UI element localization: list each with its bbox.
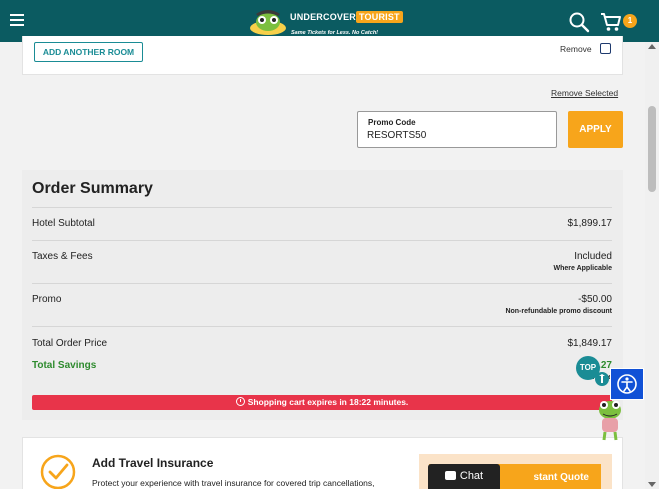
apply-promo-button[interactable]: APPLY	[568, 111, 623, 148]
chat-button[interactable]: Chat	[428, 464, 500, 489]
cart-count-badge: 1	[623, 14, 637, 28]
brand-logo[interactable]: UNDERCOVER TOURIST Same Tickets for Less.…	[246, 4, 406, 38]
scrollbar-thumb[interactable]	[648, 106, 656, 192]
travel-insurance-card: Add Travel Insurance Protect your experi…	[22, 437, 623, 489]
insurance-title: Add Travel Insurance	[92, 456, 214, 470]
promo-code-input[interactable]	[367, 130, 547, 141]
cart-icon[interactable]	[600, 12, 622, 32]
hotel-subtotal-label: Hotel Subtotal	[32, 218, 95, 229]
promo-code-field[interactable]: Promo Code	[357, 111, 557, 148]
remove-label: Remove	[560, 44, 592, 54]
cart-expiry-banner: Shopping cart expires in 18:22 minutes.	[32, 395, 612, 410]
divider	[32, 240, 612, 241]
brand-name: UNDERCOVER TOURIST	[290, 11, 403, 23]
total-order-price-label: Total Order Price	[32, 338, 108, 349]
promo-code-label: Promo Code	[368, 118, 416, 127]
page-scrollbar[interactable]	[645, 42, 659, 489]
promo-label: Promo	[32, 294, 62, 305]
order-summary: Order Summary Hotel Subtotal $1,899.17 T…	[22, 170, 623, 420]
hotel-subtotal-value: $1,899.17	[567, 218, 613, 229]
promo-discount-note: Non-refundable promo discount	[505, 308, 612, 315]
shield-check-icon	[40, 454, 76, 489]
total-savings-label: Total Savings	[32, 360, 97, 371]
divider	[32, 207, 612, 208]
chat-label: Chat	[459, 470, 484, 482]
menu-icon[interactable]	[10, 14, 24, 26]
insurance-description: Protect your experience with travel insu…	[92, 478, 375, 488]
divider	[32, 283, 612, 284]
chat-icon	[444, 471, 456, 480]
mascot-logo-icon	[250, 10, 286, 35]
cart-expiry-text: Shopping cart expires in 18:22 minutes.	[247, 397, 409, 407]
scroll-up-arrow-icon[interactable]	[648, 44, 656, 49]
remove-room-checkbox[interactable]	[600, 43, 611, 54]
taxes-fees-label: Taxes & Fees	[32, 251, 93, 262]
order-summary-title: Order Summary	[32, 180, 153, 197]
room-card: ADD ANOTHER ROOM Remove	[22, 36, 623, 75]
scroll-down-arrow-icon[interactable]	[648, 482, 656, 487]
remove-selected-link[interactable]: Remove Selected	[551, 88, 618, 98]
clock-icon	[235, 397, 245, 406]
taxes-fees-note: Where Applicable	[553, 265, 612, 272]
search-icon[interactable]	[568, 11, 590, 33]
total-order-price-value: $1,849.17	[567, 338, 613, 349]
taxes-fees-value: Included	[574, 251, 612, 262]
accessibility-icon	[617, 374, 637, 394]
accessibility-button[interactable]	[610, 368, 644, 400]
add-another-room-button[interactable]: ADD ANOTHER ROOM	[34, 42, 143, 62]
divider	[32, 326, 612, 327]
promo-discount-value: -$50.00	[578, 294, 612, 305]
